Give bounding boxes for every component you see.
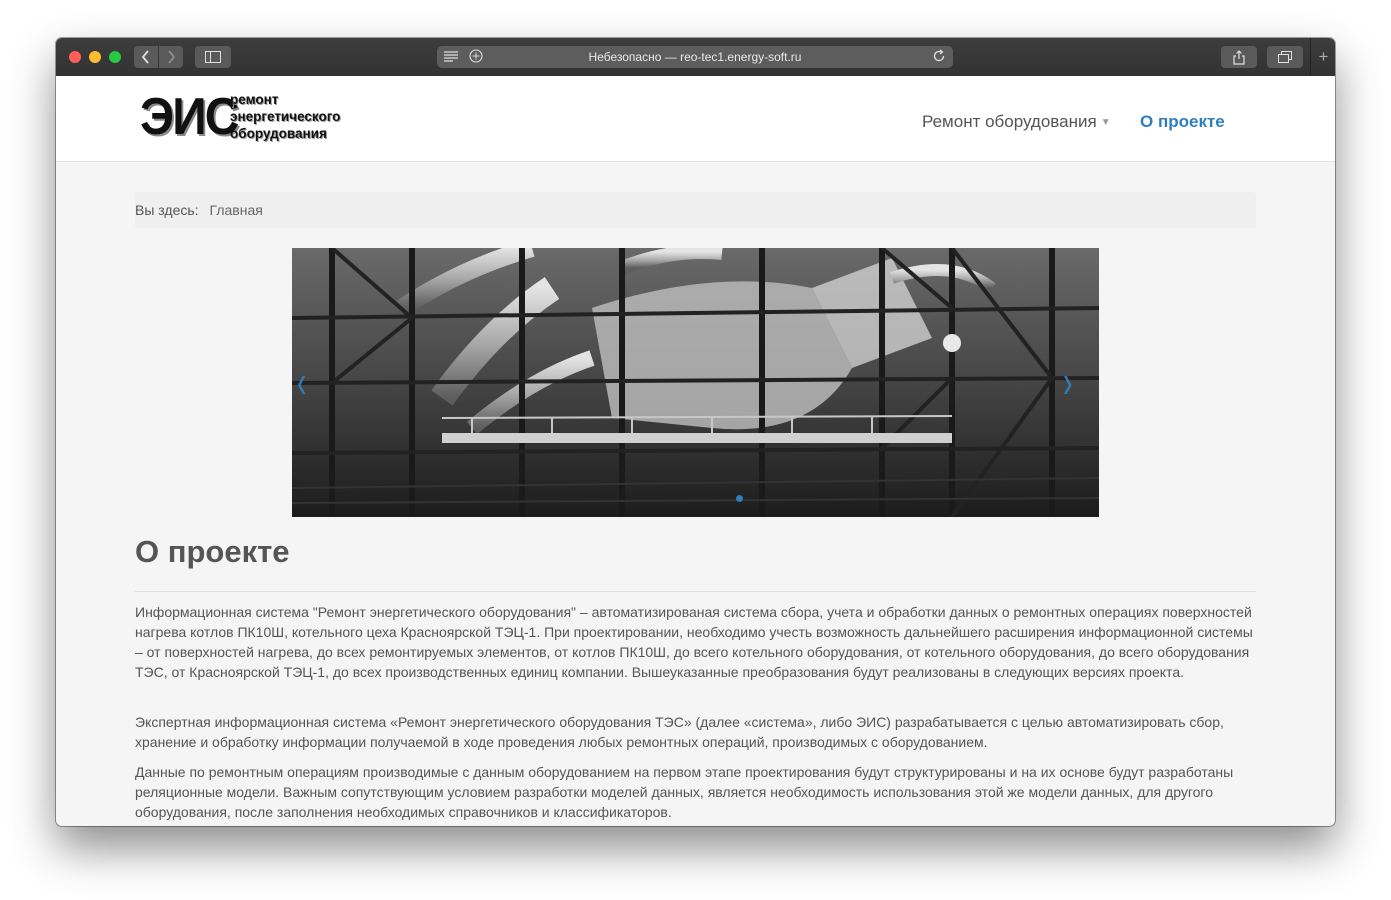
forward-button[interactable] — [159, 46, 183, 68]
logo-line-1: ремонт — [230, 92, 279, 107]
reload-icon[interactable] — [932, 49, 946, 63]
logo-line-2: энергетического — [230, 109, 341, 124]
add-bookmark-icon[interactable] — [469, 49, 483, 63]
paragraph: Информационная система "Ремонт энергетич… — [135, 604, 1253, 680]
image-slider: ‹ › — [292, 248, 1099, 517]
tabs-icon — [1278, 51, 1292, 63]
zoom-window-button[interactable] — [109, 51, 121, 63]
breadcrumb: Вы здесь: Главная — [135, 192, 1256, 228]
share-icon — [1233, 49, 1245, 65]
logo-text: ремонт энергетического оборудования — [230, 91, 340, 142]
slider-prev-arrow[interactable]: ‹ — [297, 358, 306, 404]
page-title: О проекте — [135, 534, 290, 569]
close-window-button[interactable] — [69, 51, 81, 63]
slider-indicator-dot[interactable] — [736, 495, 743, 502]
nav-item-about[interactable]: О проекте — [1140, 112, 1225, 132]
site-header: ЭИС ремонт энергетического оборудования … — [56, 76, 1335, 162]
tab-overview-button[interactable] — [1267, 46, 1303, 68]
paragraph: Экспертная информационная система «Ремон… — [135, 714, 1224, 750]
reader-icon[interactable] — [444, 50, 458, 62]
nav-item-repair-equipment[interactable]: Ремонт оборудования ▼ — [922, 112, 1111, 132]
paragraph: Данные по ремонтным операциям производим… — [135, 764, 1234, 820]
back-button[interactable] — [134, 46, 158, 68]
breadcrumb-label: Вы здесь: — [135, 202, 199, 218]
address-text: Небезопасно — reo-tec1.energy-soft.ru — [588, 50, 802, 64]
browser-window: Небезопасно — reo-tec1.energy-soft.ru + … — [56, 38, 1335, 826]
slider-next-arrow[interactable]: › — [1063, 358, 1072, 404]
sidebar-toggle-button[interactable] — [195, 46, 231, 68]
minimize-window-button[interactable] — [89, 51, 101, 63]
logo-mark: ЭИС — [140, 88, 239, 146]
browser-toolbar: Небезопасно — reo-tec1.energy-soft.ru + — [56, 38, 1335, 77]
industrial-plant-photo — [292, 248, 1099, 517]
logo-line-3: оборудования — [230, 126, 327, 141]
chevron-right-icon — [168, 50, 176, 64]
breadcrumb-home-link[interactable]: Главная — [210, 202, 263, 218]
share-button[interactable] — [1221, 46, 1257, 68]
nav-item-label: Ремонт оборудования — [922, 112, 1097, 131]
chevron-left-icon — [141, 50, 149, 64]
sidebar-icon — [205, 51, 221, 63]
new-tab-button[interactable]: + — [1310, 38, 1335, 76]
site-logo[interactable]: ЭИС ремонт энергетического оборудования — [140, 90, 360, 144]
address-bar[interactable]: Небезопасно — reo-tec1.energy-soft.ru — [437, 46, 953, 68]
caret-down-icon: ▼ — [1100, 117, 1111, 128]
title-divider — [135, 591, 1256, 592]
